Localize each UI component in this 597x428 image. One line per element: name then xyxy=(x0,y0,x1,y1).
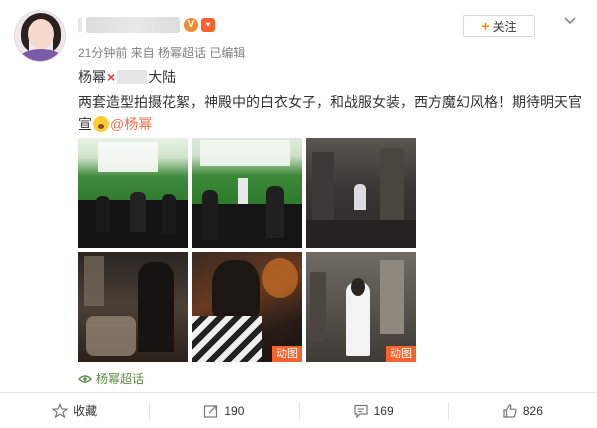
repost-icon xyxy=(204,404,218,418)
title-part-b: 大陆 xyxy=(148,69,177,85)
super-topic-link[interactable]: 杨幂超话 xyxy=(78,370,144,387)
photo-6[interactable]: 动图 xyxy=(306,252,416,362)
verified-v-icon: V xyxy=(184,18,198,32)
collect-button[interactable]: 收藏 xyxy=(0,393,149,428)
username-row: V ♥ xyxy=(78,15,215,35)
chevron-down-icon[interactable] xyxy=(563,13,577,27)
follow-label: 关注 xyxy=(492,19,517,34)
comment-icon xyxy=(354,404,368,418)
collect-label: 收藏 xyxy=(73,404,98,418)
comment-button[interactable]: 169 xyxy=(298,393,448,428)
level-badge-icon: ♥ xyxy=(201,18,215,32)
avatar-body xyxy=(19,49,63,61)
weibo-post-card: V ♥ 21分钟前 来自 杨幂超话 已编辑 + 关注 杨幂 × 大陆 两套造型拍… xyxy=(0,0,597,428)
photo-3[interactable] xyxy=(306,138,416,248)
shocked-emoji-icon xyxy=(93,116,109,132)
super-topic-label: 杨幂超话 xyxy=(96,372,145,386)
gif-tag: 动图 xyxy=(386,346,416,362)
username-blurred[interactable] xyxy=(86,17,180,33)
title-cross: × xyxy=(107,69,116,85)
title-part-a: 杨幂 xyxy=(78,69,106,85)
like-count: 826 xyxy=(522,403,543,418)
action-bar: 收藏 190 169 826 xyxy=(0,393,597,428)
photo-5[interactable]: 动图 xyxy=(192,252,302,362)
star-icon xyxy=(52,402,69,418)
post-title-line: 杨幂 × 大陆 xyxy=(78,67,176,87)
thumbs-up-icon xyxy=(503,403,517,418)
like-button[interactable]: 826 xyxy=(447,393,597,428)
super-topic-icon xyxy=(78,374,92,383)
avatar[interactable] xyxy=(14,10,66,62)
mention-link[interactable]: @杨幂 xyxy=(110,116,152,132)
follow-button[interactable]: + 关注 xyxy=(463,15,535,37)
post-meta: 21分钟前 来自 杨幂超话 已编辑 xyxy=(78,46,246,60)
plus-icon: + xyxy=(481,18,490,34)
title-mosaic xyxy=(117,70,148,84)
photo-4[interactable] xyxy=(78,252,188,362)
username-mosaic-edge xyxy=(78,18,82,32)
photo-2[interactable] xyxy=(192,138,302,248)
repost-button[interactable]: 190 xyxy=(149,393,298,428)
comment-count: 169 xyxy=(373,403,394,418)
repost-count: 190 xyxy=(224,403,245,418)
post-body-text: 两套造型拍摄花絮，神殿中的白衣女子，和战服女装，西方魔幻风格！期待明天官宣 @杨幂 xyxy=(78,91,590,135)
avatar-face xyxy=(28,19,54,49)
photo-grid: 动图 动图 xyxy=(78,138,416,362)
post-body: 两套造型拍摄花絮，神殿中的白衣女子，和战服女装，西方魔幻风格！期待明天官宣 xyxy=(78,94,582,132)
gif-tag: 动图 xyxy=(272,346,302,362)
photo-1[interactable] xyxy=(78,138,188,248)
